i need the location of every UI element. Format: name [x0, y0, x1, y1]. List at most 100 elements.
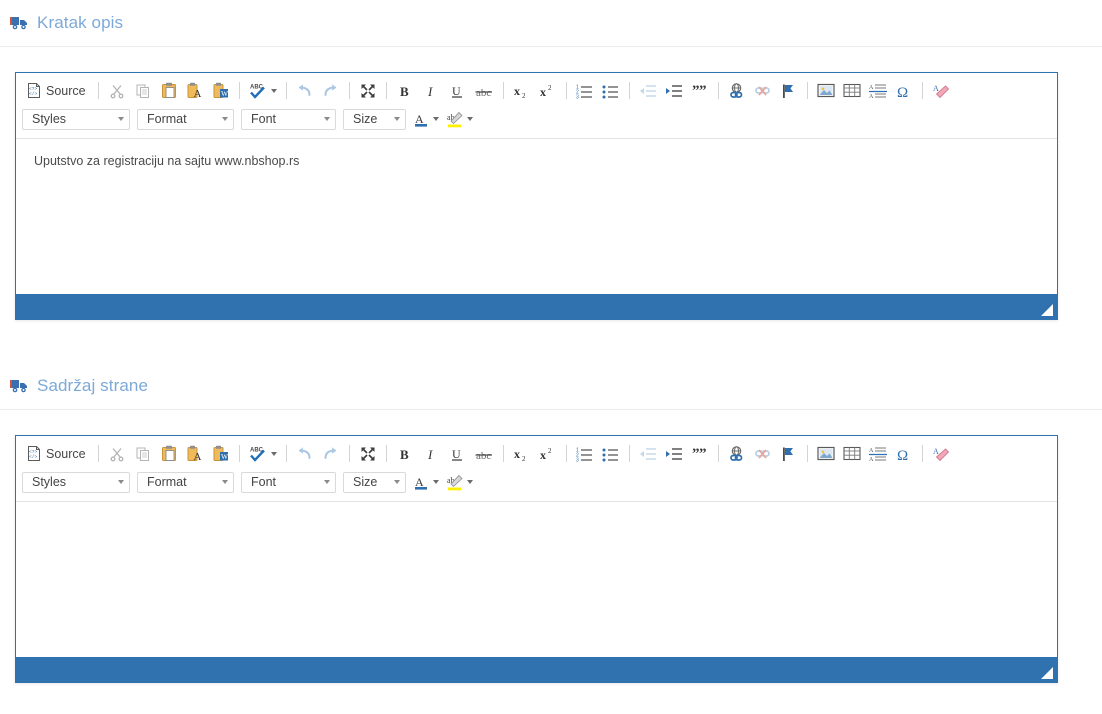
superscript-button[interactable]: x 2 [536, 442, 560, 466]
toolbar-separator [921, 445, 923, 462]
strikethrough-button[interactable]: abc [471, 442, 497, 466]
underline-button[interactable]: U [445, 79, 469, 103]
size-dropdown[interactable]: Size [343, 108, 406, 130]
source-button[interactable]: <?> </> Source [20, 79, 92, 103]
strikethrough-button[interactable]: abc [471, 79, 497, 103]
underline-icon: U [450, 446, 464, 462]
chevron-down-icon [324, 480, 330, 484]
chevron-down-icon [433, 117, 439, 121]
omega-icon: Ω [896, 83, 912, 99]
numbered-list-icon: 1 2 3 [576, 83, 593, 99]
outdent-button[interactable] [636, 442, 660, 466]
paste-button[interactable] [157, 79, 181, 103]
undo-button[interactable] [293, 442, 317, 466]
styles-dropdown[interactable]: Styles [22, 108, 130, 130]
subscript-button[interactable]: x 2 [510, 79, 534, 103]
format-dropdown[interactable]: Format [137, 471, 234, 493]
paste-as-text-button[interactable]: A [183, 79, 207, 103]
maximize-button[interactable] [356, 79, 380, 103]
bulleted-list-button[interactable] [599, 79, 623, 103]
anchor-flag-button[interactable] [777, 79, 801, 103]
link-button[interactable] [725, 442, 749, 466]
paste-from-word-button[interactable]: W [209, 442, 233, 466]
editor-content-area[interactable]: Uputstvo za registraciju na sajtu www.nb… [16, 139, 1057, 294]
italic-button[interactable]: I [419, 442, 443, 466]
paste-as-text-button[interactable]: A [183, 442, 207, 466]
copy-button[interactable] [131, 79, 155, 103]
spell-check-button[interactable]: ABC [246, 442, 280, 466]
blockquote-button[interactable]: ” ” [688, 442, 712, 466]
image-button[interactable] [814, 442, 838, 466]
indent-button[interactable] [662, 79, 686, 103]
size-dropdown[interactable]: Size [343, 471, 406, 493]
svg-text:abc: abc [476, 450, 491, 462]
svg-text:2: 2 [522, 92, 526, 99]
paste-button[interactable] [157, 442, 181, 466]
toolbar-separator [385, 82, 387, 99]
table-button[interactable] [840, 79, 864, 103]
rich-text-editor-kratak-opis[interactable]: <?> </> Source A W ABC B I U abc x 2 x 2… [15, 72, 1058, 320]
strikethrough-icon: abc [474, 446, 494, 462]
bold-button[interactable]: B [393, 79, 417, 103]
resize-handle[interactable] [1040, 666, 1054, 680]
svg-text:A: A [869, 85, 874, 91]
toolbar-separator [385, 445, 387, 462]
unlink-button[interactable] [751, 442, 775, 466]
redo-button[interactable] [319, 442, 343, 466]
text-color-button[interactable]: A [411, 470, 442, 494]
link-button[interactable] [725, 79, 749, 103]
undo-button[interactable] [293, 79, 317, 103]
image-button[interactable] [814, 79, 838, 103]
numbered-list-button[interactable]: 1 2 3 [573, 79, 597, 103]
underline-button[interactable]: U [445, 442, 469, 466]
superscript-button[interactable]: x 2 [536, 79, 560, 103]
blockquote-button[interactable]: ” ” [688, 79, 712, 103]
svg-text:U: U [452, 447, 461, 461]
svg-text:Ω: Ω [897, 448, 908, 462]
text-color-button[interactable]: A [411, 107, 442, 131]
indent-button[interactable] [662, 442, 686, 466]
undo-icon [296, 446, 313, 461]
remove-format-button[interactable]: A [929, 79, 953, 103]
horizontal-rule-button[interactable]: A A [866, 442, 890, 466]
horizontal-rule-button[interactable]: A A [866, 79, 890, 103]
toolbar-row-1: <?> </> Source A W ABC B I U abc x 2 x 2… [19, 440, 1054, 467]
background-color-button[interactable]: ab [444, 470, 476, 494]
unlink-button[interactable] [751, 79, 775, 103]
bulleted-list-button[interactable] [599, 442, 623, 466]
special-char-button[interactable]: Ω [892, 442, 916, 466]
paste-from-word-button[interactable]: W [209, 79, 233, 103]
copy-button[interactable] [131, 442, 155, 466]
font-dropdown[interactable]: Font [241, 471, 336, 493]
outdent-button[interactable] [636, 79, 660, 103]
source-button[interactable]: <?> </> Source [20, 442, 92, 466]
cut-button[interactable] [105, 442, 129, 466]
italic-icon: I [424, 446, 438, 462]
resize-handle[interactable] [1040, 303, 1054, 317]
font-dropdown[interactable]: Font [241, 108, 336, 130]
link-icon [728, 445, 745, 462]
format-dropdown[interactable]: Format [137, 108, 234, 130]
styles-dropdown[interactable]: Styles [22, 471, 130, 493]
subscript-button[interactable]: x 2 [510, 442, 534, 466]
spell-check-button[interactable]: ABC [246, 79, 280, 103]
background-color-button[interactable]: ab [444, 107, 476, 131]
maximize-button[interactable] [356, 442, 380, 466]
cut-button[interactable] [105, 79, 129, 103]
italic-button[interactable]: I [419, 79, 443, 103]
editor-content-area[interactable] [16, 502, 1057, 657]
special-char-button[interactable]: Ω [892, 79, 916, 103]
spell-check-icon: ABC [249, 445, 268, 462]
rich-text-editor-sadrzaj-strane[interactable]: <?> </> Source A W ABC B I U abc x 2 x 2… [15, 435, 1058, 683]
remove-format-button[interactable]: A [929, 442, 953, 466]
background-color-icon: ab [447, 474, 464, 491]
redo-button[interactable] [319, 79, 343, 103]
anchor-flag-button[interactable] [777, 442, 801, 466]
table-icon [843, 446, 861, 461]
bold-button[interactable]: B [393, 442, 417, 466]
numbered-list-button[interactable]: 1 2 3 [573, 442, 597, 466]
table-button[interactable] [840, 442, 864, 466]
svg-text:I: I [427, 84, 433, 99]
maximize-icon [360, 83, 376, 99]
spell-check-icon: ABC [249, 82, 268, 99]
